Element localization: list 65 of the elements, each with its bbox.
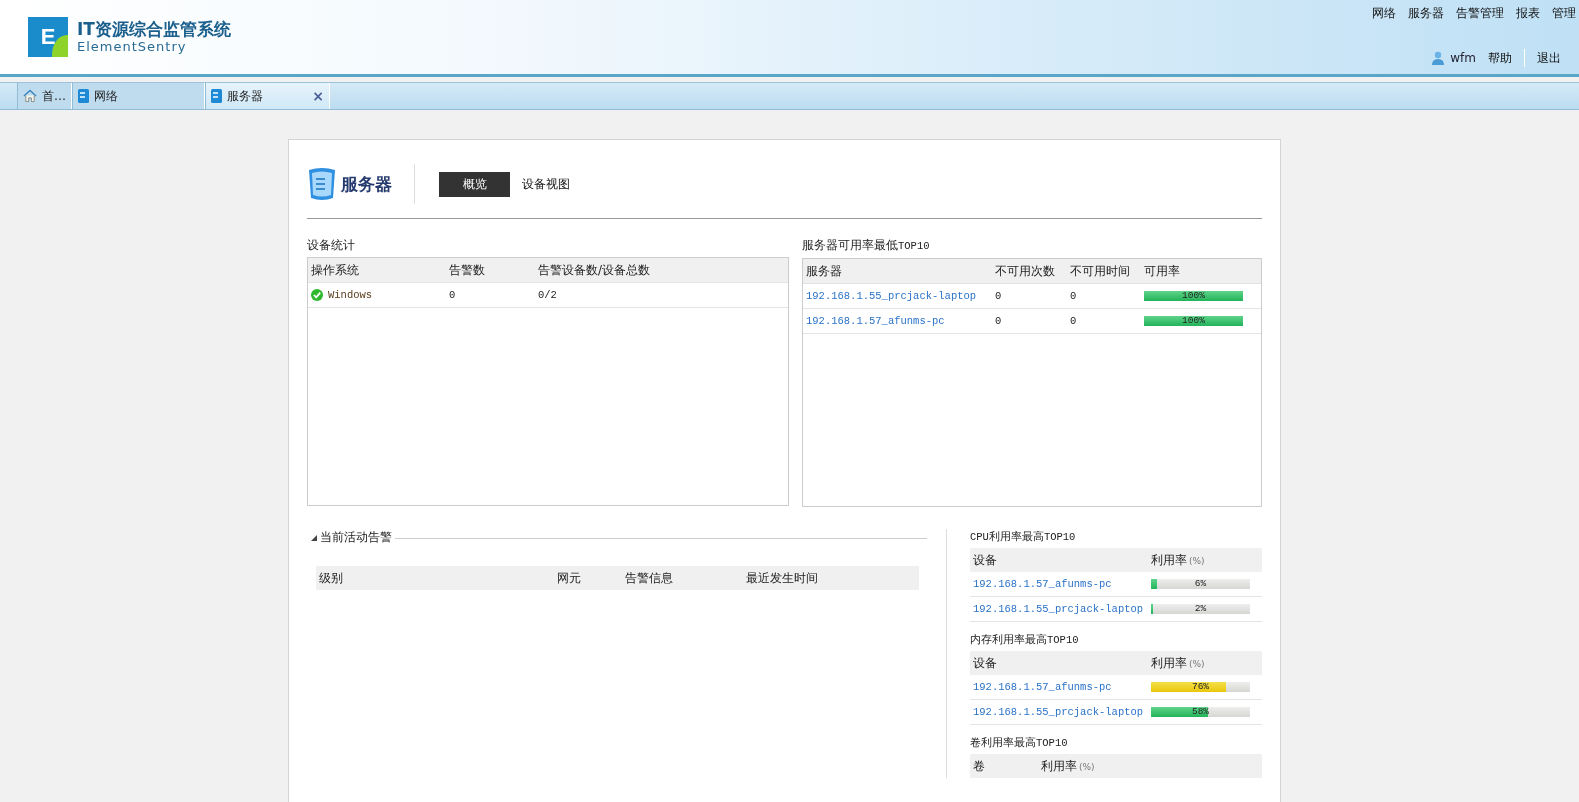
section-title: CPU利用率最高TOP10 bbox=[970, 530, 1077, 544]
column-header: 利用率 (%) bbox=[1151, 654, 1206, 672]
section-title: 当前活动告警 bbox=[320, 529, 392, 546]
view-tab[interactable]: 设备视图 bbox=[510, 171, 581, 197]
panel-title: 设备统计 bbox=[307, 238, 356, 252]
bar-label: 100% bbox=[1182, 291, 1205, 301]
collapse-icon[interactable] bbox=[311, 534, 317, 541]
bar-label: 2% bbox=[1194, 604, 1207, 614]
column-header: 可用率 bbox=[1144, 262, 1181, 280]
app-subtitle: ElementSentry bbox=[77, 39, 188, 55]
column-header: 告警信息 bbox=[625, 569, 674, 587]
section-title: 内存利用率最高TOP10 bbox=[970, 633, 1080, 647]
column-header: 级别 bbox=[319, 569, 344, 587]
column-header: 最近发生时间 bbox=[746, 569, 819, 587]
table-cell-text: 0 bbox=[995, 290, 1003, 302]
table-cell-text: 0 bbox=[449, 289, 457, 301]
server-link[interactable]: 192.168.1.55_prcjack-laptop bbox=[806, 290, 995, 302]
nav-link[interactable]: 告警管理 bbox=[1456, 5, 1504, 22]
device-link[interactable]: 192.168.1.57_afunms-pc bbox=[973, 681, 1151, 693]
column-header: 网元 bbox=[557, 569, 582, 587]
view-tab[interactable]: 概览 bbox=[439, 171, 510, 197]
nav-link[interactable]: 报表 bbox=[1516, 5, 1540, 22]
section-title: 卷利用率最高TOP10 bbox=[970, 736, 1069, 750]
bar-label: 76% bbox=[1191, 682, 1210, 692]
column-header: 服务器 bbox=[806, 262, 843, 280]
table-cell-text: 0/2 bbox=[538, 289, 558, 301]
table-cell: Windows bbox=[328, 289, 373, 301]
close-icon[interactable]: × bbox=[312, 88, 324, 104]
nav-link[interactable]: 管理 bbox=[1552, 5, 1576, 22]
table-cell-text: 0 bbox=[1070, 315, 1078, 327]
header-link[interactable]: 帮助 bbox=[1488, 49, 1512, 67]
nav-link[interactable]: 服务器 bbox=[1408, 5, 1444, 22]
device-link[interactable]: 192.168.1.57_afunms-pc bbox=[973, 578, 1151, 590]
column-header: 告警设备数/设备总数 bbox=[538, 261, 652, 279]
column-header: 卷 bbox=[973, 757, 986, 775]
server-icon bbox=[307, 166, 337, 202]
user-name: wfm bbox=[1450, 51, 1476, 65]
column-header: 利用率 (%) bbox=[1151, 551, 1206, 569]
logo-icon: E bbox=[28, 17, 68, 57]
table-cell-text: 0 bbox=[1070, 290, 1078, 302]
home-icon bbox=[23, 89, 37, 103]
panel-title: 服务器可用率最低TOP10 bbox=[802, 238, 931, 253]
device-link[interactable]: 192.168.1.55_prcjack-laptop bbox=[973, 603, 1151, 615]
tab[interactable]: 服务器 × bbox=[205, 83, 330, 109]
nav-link[interactable]: 网络 bbox=[1372, 5, 1396, 22]
column-header: 设备 bbox=[973, 654, 998, 672]
server-icon bbox=[78, 89, 89, 103]
column-header: 不可用时间 bbox=[1070, 262, 1131, 280]
column-header: 不可用次数 bbox=[995, 262, 1056, 280]
device-link[interactable]: 192.168.1.55_prcjack-laptop bbox=[973, 706, 1151, 718]
column-header: 设备 bbox=[973, 551, 998, 569]
server-icon bbox=[211, 89, 222, 103]
page-title: 服务器 bbox=[341, 172, 392, 196]
user-icon bbox=[1432, 51, 1445, 65]
tab[interactable]: 首… bbox=[17, 83, 72, 109]
column-header: 告警数 bbox=[449, 261, 486, 279]
bar-label: 100% bbox=[1182, 316, 1205, 326]
app-title: IT资源综合监管系统 bbox=[77, 19, 231, 39]
bar-label: 6% bbox=[1194, 579, 1207, 589]
tab[interactable]: 网络 bbox=[72, 83, 205, 109]
table-cell-text: 0 bbox=[995, 315, 1003, 327]
header-link[interactable]: 退出 bbox=[1537, 49, 1561, 67]
server-link[interactable]: 192.168.1.57_afunms-pc bbox=[806, 315, 995, 327]
column-header: 操作系统 bbox=[311, 261, 360, 279]
column-header: 利用率 (%) bbox=[1041, 757, 1096, 775]
